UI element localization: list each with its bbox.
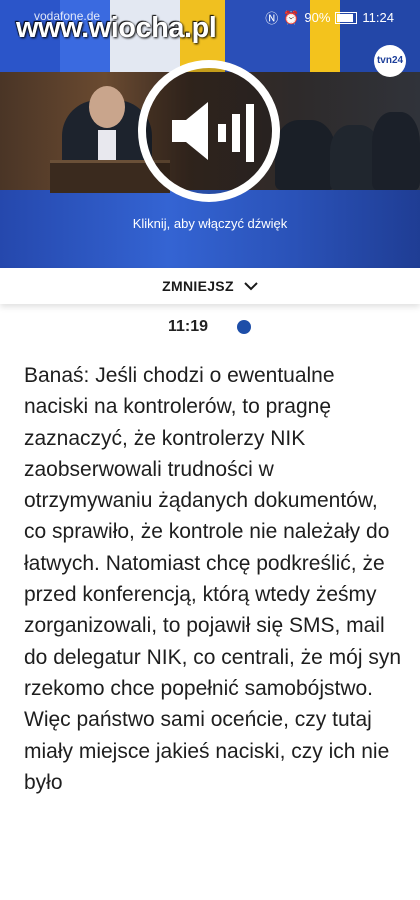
collapse-bar[interactable]: ZMNIEJSZ (0, 268, 420, 304)
alarm-icon: ⏰ (283, 9, 300, 25)
chevron-down-icon[interactable] (244, 281, 258, 291)
post-text: Banaś: Jeśli chodzi o ewentualne naciski… (24, 364, 402, 794)
person-figure (275, 120, 335, 190)
post-time: 11:19 (168, 318, 209, 335)
battery-percent: 90% (304, 10, 331, 25)
speaker-icon (172, 102, 254, 162)
timeline-dot (237, 320, 251, 334)
status-icons: Ⓝ ⏰ 90% 11:24 (265, 8, 394, 27)
speaker-head (89, 86, 125, 128)
clock: 11:24 (362, 10, 394, 25)
channel-logo: tvn24 (374, 45, 406, 77)
unmute-hint[interactable]: Kliknij, aby włączyć dźwięk (0, 216, 420, 231)
nfc-icon: Ⓝ (265, 11, 279, 26)
battery-icon (335, 11, 358, 24)
collapse-label[interactable]: ZMNIEJSZ (162, 278, 234, 294)
watermark: www.wiocha.pl (16, 12, 217, 44)
person-figure (372, 112, 420, 190)
unmute-button[interactable] (138, 60, 280, 202)
